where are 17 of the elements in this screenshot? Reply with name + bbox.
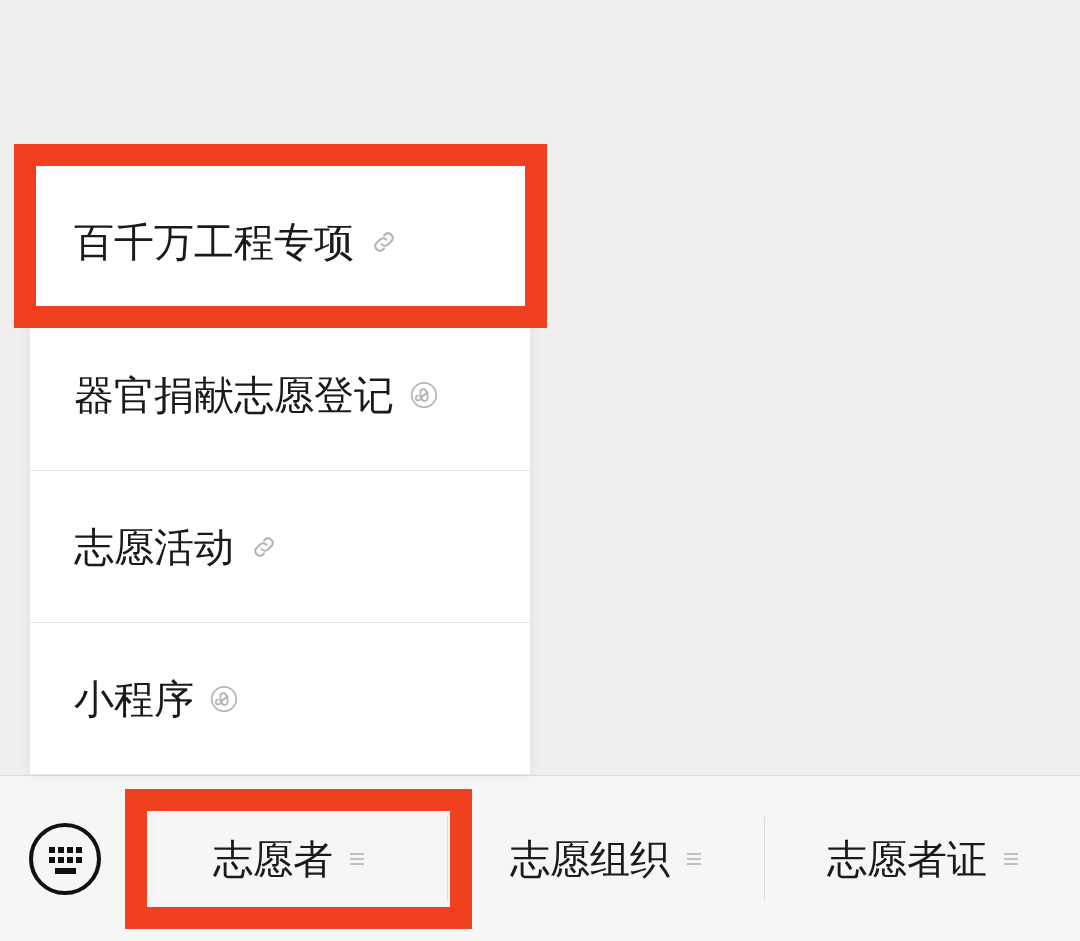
item-label: 小程序 [74, 674, 194, 724]
menu-lines-icon [686, 850, 702, 867]
submenu-item[interactable]: 小程序 [30, 622, 530, 774]
mini-program-icon [210, 684, 238, 713]
keyboard-icon[interactable] [28, 821, 102, 896]
menu-lines-icon [1002, 850, 1019, 867]
submenu-item[interactable]: 百千万工程专项 [30, 166, 530, 318]
submenu-item[interactable]: 志愿活动 [30, 470, 530, 622]
menu-tab[interactable]: 志愿者证 [765, 813, 1080, 904]
mini-program-icon [410, 380, 438, 409]
menu-lines-icon [348, 850, 365, 867]
menu-tab[interactable]: 志愿组织 [448, 813, 764, 904]
item-label: 百千万工程专项 [74, 218, 354, 267]
item-label: 志愿活动 [74, 522, 234, 572]
menu-tab[interactable]: 志愿者 [130, 813, 447, 904]
submenu-item[interactable]: 器官捐献志愿登记 [30, 318, 530, 470]
item-label: 器官捐献志愿登记 [74, 370, 394, 420]
